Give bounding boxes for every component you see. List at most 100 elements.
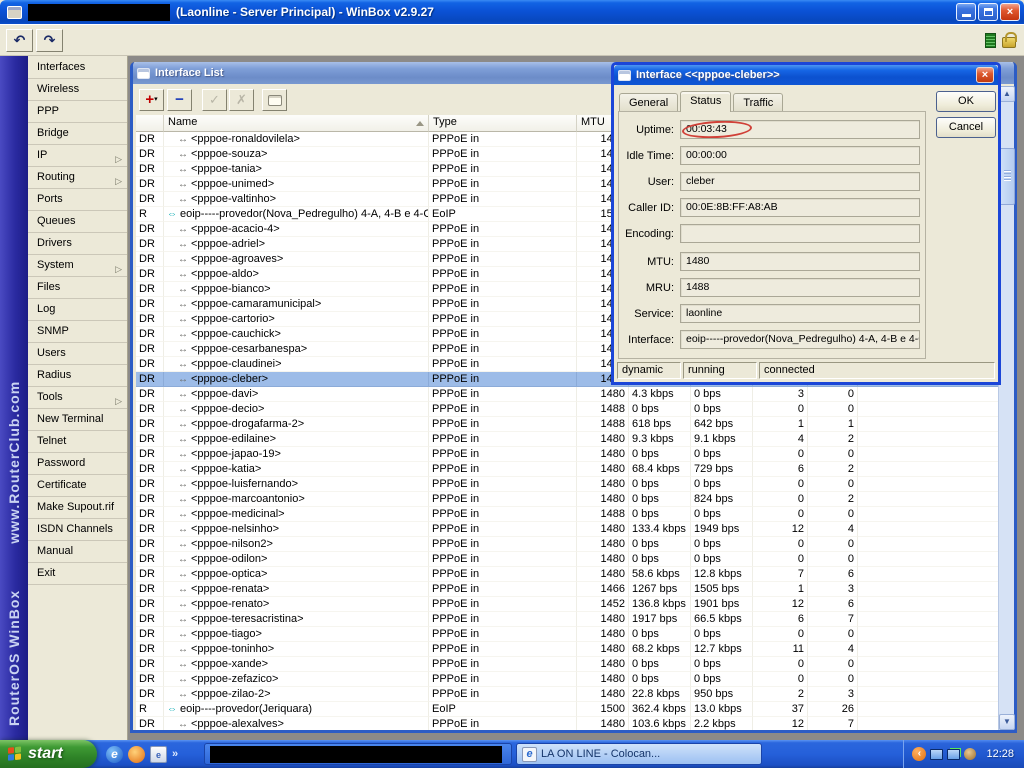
taskbar-task-redacted[interactable]	[204, 743, 512, 765]
column-header-blank[interactable]	[136, 115, 164, 132]
cell: 0	[808, 447, 858, 462]
ok-button[interactable]: OK	[936, 91, 996, 112]
sidebar-item-password[interactable]: Password	[28, 453, 127, 475]
field-row: User: cleber	[623, 172, 920, 191]
table-row[interactable]: DR ↔ <pppoe-renata> PPPoE in 1466 1267 bps 150…	[136, 582, 1001, 597]
cell: ↔ <pppoe-tania>	[164, 162, 429, 177]
sidebar-item-system[interactable]: System ▷	[28, 255, 127, 277]
sidebar-item-isdn-channels[interactable]: ISDN Channels	[28, 519, 127, 541]
column-header-type[interactable]: Type	[429, 115, 577, 132]
tray-collapse-icon[interactable]: ‹	[912, 747, 927, 761]
sidebar-item-exit[interactable]: Exit	[28, 563, 127, 585]
sidebar-item-interfaces[interactable]: Interfaces	[28, 57, 127, 79]
tab-status[interactable]: Status	[680, 91, 732, 112]
table-row[interactable]: DR ↔ <pppoe-nelsinho> PPPoE in 1480 133.4 kbp…	[136, 522, 1001, 537]
redo-button[interactable]: ↷	[36, 29, 63, 52]
sidebar-item-bridge[interactable]: Bridge	[28, 123, 127, 145]
table-row[interactable]: DR ↔ <pppoe-renato> PPPoE in 1452 136.8 kbps 1…	[136, 597, 1001, 612]
volume-icon[interactable]	[964, 748, 977, 760]
disable-interface-button[interactable]: ✗	[229, 89, 254, 111]
scroll-down-icon[interactable]: ▼	[999, 714, 1015, 730]
table-row[interactable]: DR ↔ <pppoe-katia> PPPoE in 1480 68.4 kbps 729…	[136, 462, 1001, 477]
sidebar-item-manual[interactable]: Manual	[28, 541, 127, 563]
cell: 0 bps	[629, 447, 691, 462]
sidebar-item-ppp[interactable]: PPP	[28, 101, 127, 123]
table-row[interactable]: DR ↔ <pppoe-toninho> PPPoE in 1480 68.2 kbps 1…	[136, 642, 1001, 657]
table-row[interactable]: DR ↔ <pppoe-edilaine> PPPoE in 1480 9.3 kbps 9…	[136, 432, 1001, 447]
sidebar-item-drivers[interactable]: Drivers	[28, 233, 127, 255]
close-button[interactable]: ×	[1000, 3, 1020, 21]
table-row[interactable]: DR ↔ <pppoe-xande> PPPoE in 1480 0 bps 0 bps 0 0	[136, 657, 1001, 672]
sidebar-item-new-terminal[interactable]: New Terminal	[28, 409, 127, 431]
network-icon[interactable]	[930, 748, 944, 760]
cell: ⇔ eoip-----provedor(Nova_Pedregulho) 4-A,…	[164, 207, 429, 222]
cell: DR	[136, 537, 164, 552]
internet-explorer-icon[interactable]: e	[106, 745, 123, 763]
sidebar-item-wireless[interactable]: Wireless	[28, 79, 127, 101]
sidebar-item-tools[interactable]: Tools ▷	[28, 387, 127, 409]
cancel-button[interactable]: Cancel	[936, 117, 996, 138]
firefox-icon[interactable]	[128, 745, 145, 763]
sidebar-item-routing[interactable]: Routing ▷	[28, 167, 127, 189]
sidebar-item-queues[interactable]: Queues	[28, 211, 127, 233]
sidebar-item-log[interactable]: Log	[28, 299, 127, 321]
redo-icon: ↷	[43, 32, 56, 48]
sidebar-item-users[interactable]: Users	[28, 343, 127, 365]
sidebar-item-ports[interactable]: Ports	[28, 189, 127, 211]
table-row[interactable]: DR ↔ <pppoe-teresacristina> PPPoE in 1480 191…	[136, 612, 1001, 627]
table-row[interactable]: DR ↔ <pppoe-luisfernando> PPPoE in 1480 0 bps…	[136, 477, 1001, 492]
sidebar-item-ip[interactable]: IP ▷	[28, 145, 127, 167]
table-row[interactable]: DR ↔ <pppoe-drogafarma-2> PPPoE in 1488 618 b…	[136, 417, 1001, 432]
table-row[interactable]: DR ↔ <pppoe-alexalves> PPPoE in 1480 103.6 kb…	[136, 717, 1001, 730]
cell: 1480	[577, 537, 629, 552]
scrollbar-thumb[interactable]	[999, 148, 1015, 205]
scroll-up-icon[interactable]: ▲	[999, 86, 1015, 102]
cell: ↔ <pppoe-luisfernando>	[164, 477, 429, 492]
cell: 1	[753, 582, 808, 597]
sidebar-item-radius[interactable]: Radius	[28, 365, 127, 387]
table-row[interactable]: DR ↔ <pppoe-optica> PPPoE in 1480 58.6 kbps 12…	[136, 567, 1001, 582]
remove-interface-button[interactable]: −	[167, 89, 192, 111]
undo-button[interactable]: ↶	[6, 29, 33, 52]
cell: 0 bps	[691, 387, 753, 402]
table-row[interactable]: DR ↔ <pppoe-odilon> PPPoE in 1480 0 bps 0 bps 0…	[136, 552, 1001, 567]
field-label: MTU:	[647, 255, 674, 268]
table-row[interactable]: DR ↔ <pppoe-zilao-2> PPPoE in 1480 22.8 kbps 9…	[136, 687, 1001, 702]
tab-general[interactable]: General	[619, 93, 679, 111]
wireless-network-icon[interactable]	[947, 748, 961, 760]
enable-interface-button[interactable]: ✓	[202, 89, 227, 111]
sidebar-item-telnet[interactable]: Telnet	[28, 431, 127, 453]
taskbar-task-laonline[interactable]: e LA ON LINE - Colocan...	[516, 743, 762, 765]
sidebar-item-label: Certificate	[37, 479, 87, 491]
table-row[interactable]: DR ↔ <pppoe-decio> PPPoE in 1488 0 bps 0 bps 0 0	[136, 402, 1001, 417]
sidebar-item-snmp[interactable]: SNMP	[28, 321, 127, 343]
cell: ↔ <pppoe-renata>	[164, 582, 429, 597]
tab-traffic[interactable]: Traffic	[733, 93, 784, 111]
table-row[interactable]: DR ↔ <pppoe-marcoantonio> PPPoE in 1480 0 bps…	[136, 492, 1001, 507]
table-row[interactable]: DR ↔ <pppoe-zefazico> PPPoE in 1480 0 bps 0 bp…	[136, 672, 1001, 687]
comment-button[interactable]	[262, 89, 287, 111]
dialog-titlebar[interactable]: Interface <<pppoe-cleber>> ×	[614, 65, 998, 85]
sidebar-item-make-supout-rif[interactable]: Make Supout.rif	[28, 497, 127, 519]
dialog-close-button[interactable]: ×	[976, 67, 994, 83]
quick-launch-overflow-icon[interactable]: »	[172, 748, 178, 760]
pppoe-interface-icon: ↔	[178, 464, 188, 475]
browser-document-icon[interactable]: e	[150, 745, 167, 763]
cell: 0	[753, 492, 808, 507]
start-button[interactable]: start	[0, 740, 97, 768]
cell: PPPoE in	[429, 612, 577, 627]
restore-button[interactable]	[978, 3, 998, 21]
table-row[interactable]: DR ↔ <pppoe-tiago> PPPoE in 1480 0 bps 0 bps 0 0	[136, 627, 1001, 642]
table-row[interactable]: DR ↔ <pppoe-medicinal> PPPoE in 1488 0 bps 0 b…	[136, 507, 1001, 522]
field-value-service: laonline	[680, 304, 920, 323]
table-row[interactable]: DR ↔ <pppoe-japao-19> PPPoE in 1480 0 bps 0 bp…	[136, 447, 1001, 462]
sidebar-item-certificate[interactable]: Certificate	[28, 475, 127, 497]
minimize-button[interactable]	[956, 3, 976, 21]
cell: 103.6 kbps	[629, 717, 691, 730]
table-row[interactable]: DR ↔ <pppoe-davi> PPPoE in 1480 4.3 kbps 0 bps…	[136, 387, 1001, 402]
table-row[interactable]: DR ↔ <pppoe-nilson2> PPPoE in 1480 0 bps 0 bps…	[136, 537, 1001, 552]
column-header-name[interactable]: Name	[164, 115, 429, 132]
table-row[interactable]: R ⇔ eoip----provedor(Jeriquara) EoIP 1500 362…	[136, 702, 1001, 717]
sidebar-item-files[interactable]: Files	[28, 277, 127, 299]
add-interface-button[interactable]: +▾	[139, 89, 164, 111]
